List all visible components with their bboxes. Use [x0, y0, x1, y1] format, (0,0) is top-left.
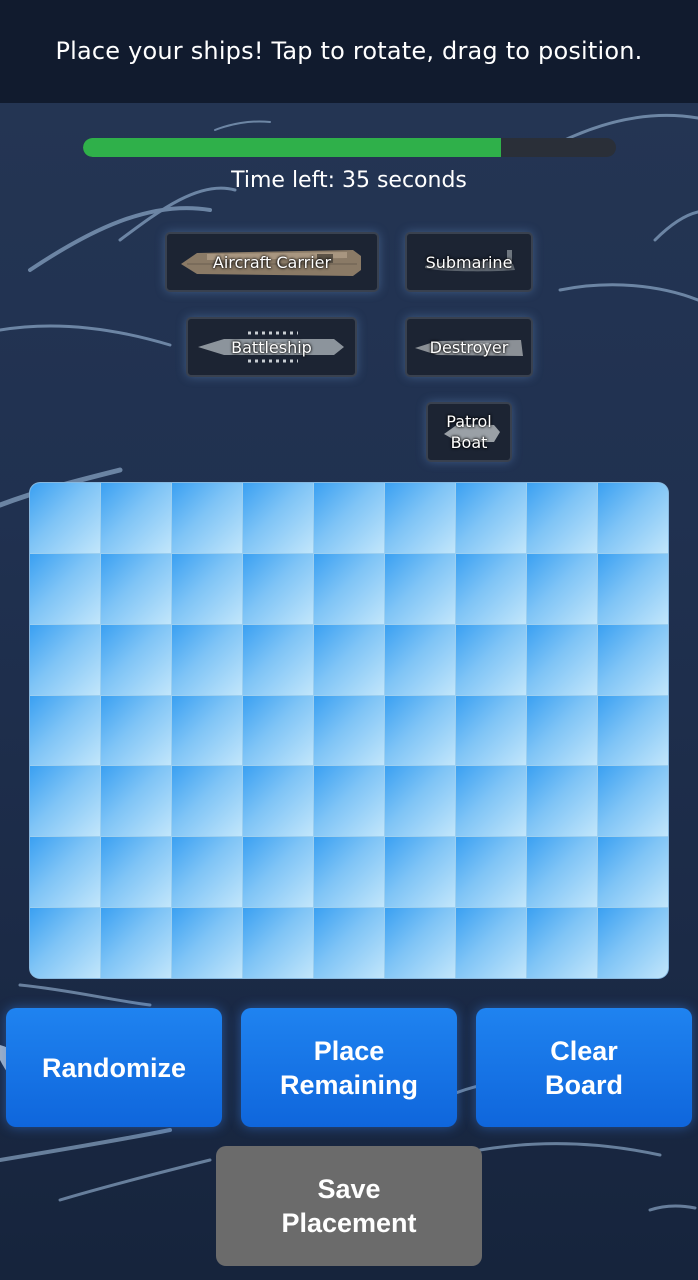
board-cell[interactable]	[527, 553, 597, 624]
board-cell[interactable]	[527, 483, 597, 553]
board-cell[interactable]	[101, 483, 171, 553]
board-cell[interactable]	[101, 553, 171, 624]
board-cell[interactable]	[101, 624, 171, 695]
timer-progress-fill	[83, 138, 502, 157]
place-remaining-button[interactable]: Place Remaining	[241, 1008, 457, 1127]
board-cell[interactable]	[314, 908, 384, 978]
board-cell[interactable]	[598, 695, 668, 766]
timer-progress-bar	[83, 138, 616, 157]
board-cell[interactable]	[30, 695, 100, 766]
board-cell[interactable]	[456, 483, 526, 553]
ship-label-submarine: Submarine	[425, 252, 513, 272]
board-cell[interactable]	[172, 624, 242, 695]
board-cell[interactable]	[385, 766, 455, 837]
board-cell[interactable]	[101, 695, 171, 766]
board-cell[interactable]	[527, 837, 597, 908]
ship-submarine[interactable]: Submarine	[405, 232, 533, 292]
board-cell[interactable]	[527, 624, 597, 695]
board-cell[interactable]	[314, 837, 384, 908]
instruction-header: Place your ships! Tap to rotate, drag to…	[0, 0, 698, 103]
board-cell[interactable]	[243, 908, 313, 978]
time-left-label: Time left: 35 seconds	[231, 168, 467, 193]
ship-destroyer[interactable]: Destroyer	[405, 317, 533, 377]
board-cell[interactable]	[243, 624, 313, 695]
ship-label-patrol-boat: Patrol Boat	[446, 412, 492, 452]
board-cell[interactable]	[527, 908, 597, 978]
ship-aircraft-carrier[interactable]: Aircraft Carrier	[165, 232, 379, 292]
ship-label-aircraft-carrier: Aircraft Carrier	[212, 252, 332, 272]
board-cell[interactable]	[456, 766, 526, 837]
board-cell[interactable]	[30, 766, 100, 837]
board-cell[interactable]	[598, 483, 668, 553]
board-cell[interactable]	[598, 553, 668, 624]
save-placement-button[interactable]: Save Placement	[216, 1146, 482, 1266]
board-cell[interactable]	[243, 483, 313, 553]
board-cell[interactable]	[172, 837, 242, 908]
board-cell[interactable]	[172, 553, 242, 624]
ship-patrol-boat[interactable]: Patrol Boat	[426, 402, 512, 462]
board-cell[interactable]	[385, 908, 455, 978]
board-cell[interactable]	[527, 695, 597, 766]
board-cell[interactable]	[385, 624, 455, 695]
board-cell[interactable]	[456, 837, 526, 908]
clear-board-button[interactable]: Clear Board	[476, 1008, 692, 1127]
board-cell[interactable]	[314, 695, 384, 766]
board-cell[interactable]	[385, 553, 455, 624]
board-cell[interactable]	[172, 695, 242, 766]
board-cell[interactable]	[101, 837, 171, 908]
board-cell[interactable]	[385, 837, 455, 908]
board-cell[interactable]	[314, 766, 384, 837]
board-cell[interactable]	[30, 553, 100, 624]
board-cell[interactable]	[243, 695, 313, 766]
board-cell[interactable]	[243, 553, 313, 624]
board-cell[interactable]	[456, 624, 526, 695]
board-cell[interactable]	[30, 483, 100, 553]
board-cell[interactable]	[172, 908, 242, 978]
randomize-button[interactable]: Randomize	[6, 1008, 222, 1127]
instruction-text: Place your ships! Tap to rotate, drag to…	[55, 36, 643, 65]
board-cell[interactable]	[598, 624, 668, 695]
board-cell[interactable]	[527, 766, 597, 837]
board-cell[interactable]	[598, 837, 668, 908]
board-cell[interactable]	[456, 695, 526, 766]
placement-board[interactable]	[30, 483, 668, 978]
board-cell[interactable]	[172, 766, 242, 837]
board-cell[interactable]	[314, 483, 384, 553]
ship-label-destroyer: Destroyer	[429, 337, 509, 357]
board-cell[interactable]	[30, 837, 100, 908]
board-cell[interactable]	[101, 908, 171, 978]
board-cell[interactable]	[101, 766, 171, 837]
board-cell[interactable]	[456, 908, 526, 978]
board-cell[interactable]	[30, 624, 100, 695]
board-cell[interactable]	[172, 483, 242, 553]
board-cell[interactable]	[385, 483, 455, 553]
board-cell[interactable]	[598, 908, 668, 978]
board-cell[interactable]	[314, 553, 384, 624]
board-cell[interactable]	[243, 837, 313, 908]
board-cell[interactable]	[30, 908, 100, 978]
board-cell[interactable]	[385, 695, 455, 766]
board-cell[interactable]	[456, 553, 526, 624]
board-cell[interactable]	[243, 766, 313, 837]
ship-battleship[interactable]: Battleship	[186, 317, 357, 377]
board-cell[interactable]	[314, 624, 384, 695]
ship-label-battleship: Battleship	[231, 337, 312, 357]
board-cell[interactable]	[598, 766, 668, 837]
